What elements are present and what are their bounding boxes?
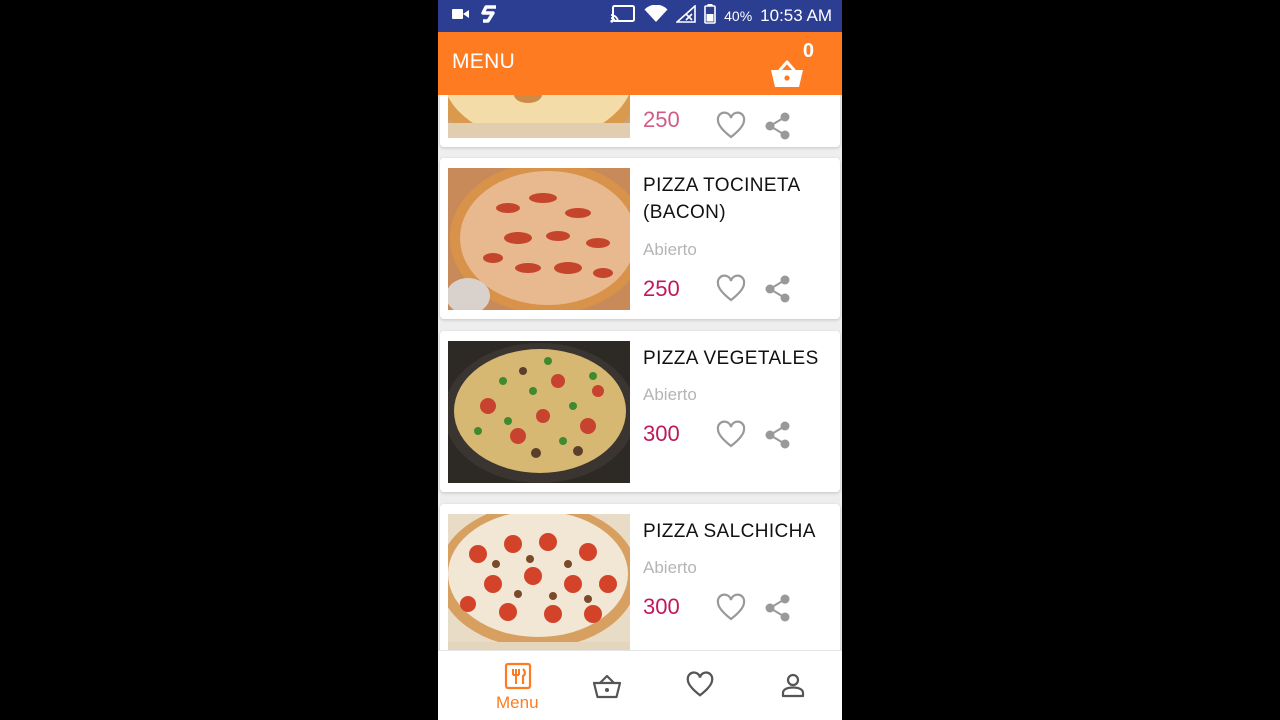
page-title: MENU [452, 50, 516, 73]
clock: 10:53 AM [760, 6, 832, 25]
item-status: Abierto [643, 240, 697, 259]
menu-cutlery-icon [504, 662, 532, 695]
list-item[interactable]: PIZZA VEGETALES Abierto 300 [440, 331, 840, 492]
cart-count-badge: 0 [802, 40, 814, 62]
basket-icon [592, 673, 622, 704]
share-button[interactable] [764, 111, 792, 141]
share-icon [765, 275, 790, 303]
pizza-image [448, 168, 630, 310]
favorite-button[interactable] [716, 274, 746, 304]
cast-icon [610, 4, 636, 28]
nav-profile-tab[interactable] [764, 651, 842, 720]
item-price: 300 [643, 421, 680, 446]
person-icon [780, 673, 806, 704]
share-icon [765, 112, 790, 140]
nav-cart-tab[interactable] [578, 651, 674, 720]
favorite-button[interactable] [716, 593, 746, 623]
heart-icon [716, 274, 746, 302]
favorite-button[interactable] [716, 111, 746, 141]
video-camera-icon [452, 7, 470, 26]
phone-screen: 40% 10:53 AM MENU 0 250 PIZZA TOCINETA (… [438, 0, 842, 720]
share-button[interactable] [764, 420, 792, 450]
pizza-image [448, 341, 630, 483]
share-button[interactable] [764, 593, 792, 623]
pizza-image [448, 95, 630, 138]
battery-percent: 40% [724, 8, 753, 24]
list-item[interactable]: 250 [440, 95, 840, 147]
list-item[interactable]: PIZZA TOCINETA (BACON) Abierto 250 [440, 158, 840, 319]
item-price: 300 [643, 594, 680, 619]
heart-icon [686, 671, 714, 704]
wifi-icon [644, 4, 668, 28]
status-bar: 40% 10:53 AM [438, 0, 842, 32]
nav-favorites-tab[interactable] [674, 651, 764, 720]
item-status: Abierto [643, 385, 697, 404]
nav-menu-label: Menu [496, 693, 539, 712]
share-icon [765, 594, 790, 622]
item-title: PIZZA VEGETALES [643, 348, 819, 369]
item-price: 250 [643, 276, 680, 301]
signal-icon [675, 3, 696, 28]
list-item[interactable]: PIZZA SALCHICHA Abierto 300 [440, 504, 840, 650]
item-title: PIZZA SALCHICHA [643, 521, 816, 542]
menu-list[interactable]: 250 PIZZA TOCINETA (BACON) Abierto 250 P… [438, 95, 842, 650]
item-title: PIZZA TOCINETA (BACON) [643, 175, 800, 223]
item-price: 250 [643, 107, 680, 132]
favorite-button[interactable] [716, 420, 746, 450]
bottom-navigation: Menu [438, 650, 842, 720]
heart-icon [716, 593, 746, 621]
cart-button[interactable]: 0 [770, 38, 820, 92]
basket-icon [770, 60, 804, 93]
heart-icon [716, 111, 746, 139]
app-bar: MENU 0 [438, 32, 842, 95]
share-icon [765, 421, 790, 449]
nav-menu-tab[interactable]: Menu [458, 651, 578, 720]
heart-icon [716, 420, 746, 448]
pizza-image [448, 514, 630, 650]
share-button[interactable] [764, 274, 792, 304]
app-s-icon [480, 4, 500, 29]
battery-icon [704, 3, 716, 29]
item-status: Abierto [643, 558, 697, 577]
